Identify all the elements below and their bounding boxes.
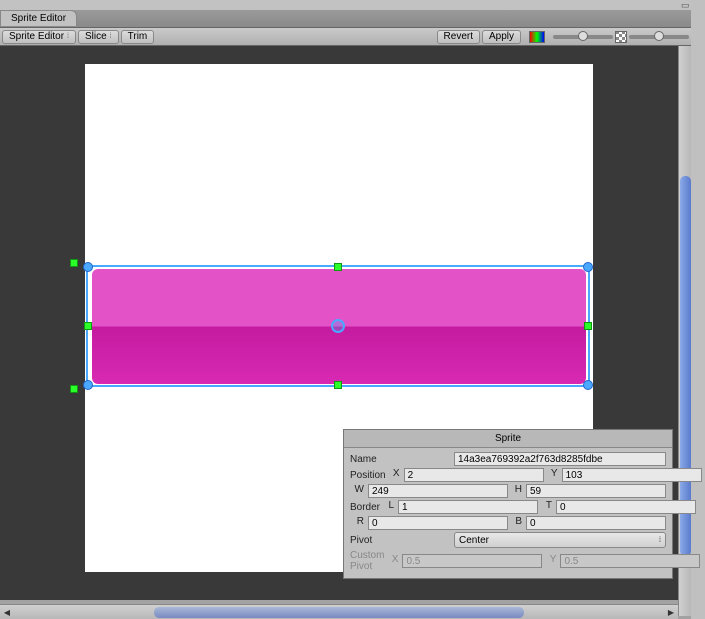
h-label: H <box>512 484 522 498</box>
r-label: R <box>354 516 364 530</box>
inspector-title: Sprite <box>344 430 672 448</box>
mode-label: Sprite Editor <box>9 31 64 42</box>
tab-bar: Sprite Editor <box>0 10 705 28</box>
pivot-label: Pivot <box>350 535 450 546</box>
trim-label: Trim <box>128 31 148 42</box>
mode-dropdown[interactable]: Sprite Editor ⁞ <box>2 30 76 44</box>
l-label: L <box>384 500 394 514</box>
name-label: Name <box>350 454 450 465</box>
position-x-field[interactable] <box>404 468 544 482</box>
dock-icon[interactable]: ▭ <box>681 0 690 11</box>
position-label: Position <box>350 470 386 481</box>
position-h-field[interactable] <box>526 484 666 498</box>
slice-dropdown[interactable]: Slice ⁞ <box>78 30 119 44</box>
chevron-down-icon: ⁞ <box>67 33 69 40</box>
revert-button[interactable]: Revert <box>437 30 480 44</box>
x-label: X <box>390 468 400 482</box>
vertical-scrollbar[interactable] <box>678 46 691 616</box>
pivot-value: Center <box>459 535 489 546</box>
t-label: T <box>542 500 552 514</box>
chevron-down-icon: ⁞ <box>110 33 112 40</box>
b-label: B <box>512 516 522 530</box>
border-corner-bl[interactable] <box>70 385 78 393</box>
zoom-slider[interactable] <box>629 35 689 39</box>
custom-pivot-y-field <box>560 554 700 568</box>
rgb-toggle-icon[interactable] <box>529 31 545 43</box>
sprite-rect[interactable] <box>92 269 586 384</box>
scroll-right-icon[interactable]: ▶ <box>664 606 678 619</box>
apply-label: Apply <box>489 31 514 42</box>
horizontal-scrollbar[interactable]: ◀ ▶ <box>0 604 678 619</box>
slider-thumb[interactable] <box>654 31 664 41</box>
toolbar: Sprite Editor ⁞ Slice ⁞ Trim Revert Appl… <box>0 28 705 46</box>
scroll-left-icon[interactable]: ◀ <box>0 606 14 619</box>
tab-sprite-editor[interactable]: Sprite Editor <box>0 10 77 26</box>
position-y-field[interactable] <box>562 468 702 482</box>
resize-handle-tl[interactable] <box>83 262 93 272</box>
border-label: Border <box>350 502 380 513</box>
border-corner-tl[interactable] <box>70 259 78 267</box>
custom-pivot-x-field <box>402 554 542 568</box>
border-handle-left[interactable] <box>84 322 92 330</box>
cy-label: Y <box>546 554 556 568</box>
cx-label: X <box>388 554 398 568</box>
position-w-field[interactable] <box>368 484 508 498</box>
border-b-field[interactable] <box>526 516 666 530</box>
dock-gutter <box>691 0 705 619</box>
alpha-slider[interactable] <box>553 35 613 39</box>
scrollbar-thumb[interactable] <box>154 607 524 618</box>
name-field[interactable] <box>454 452 666 466</box>
w-label: W <box>354 484 364 498</box>
pivot-dropdown[interactable]: Center ⁞ <box>454 532 666 548</box>
scrollbar-thumb[interactable] <box>680 176 691 556</box>
slider-thumb[interactable] <box>578 31 588 41</box>
revert-label: Revert <box>444 31 473 42</box>
window-header: ▭ ✕ <box>0 0 705 10</box>
apply-button[interactable]: Apply <box>482 30 521 44</box>
border-t-field[interactable] <box>556 500 696 514</box>
sprite-inspector-panel: Sprite Name Position X Y W H Borde <box>343 429 673 579</box>
alpha-icon <box>615 31 627 43</box>
trim-button[interactable]: Trim <box>121 30 155 44</box>
slice-label: Slice <box>85 31 107 42</box>
custom-pivot-label: Custom Pivot <box>350 550 384 572</box>
resize-handle-bl[interactable] <box>83 380 93 390</box>
chevron-down-icon: ⁞ <box>659 537 661 544</box>
tab-label: Sprite Editor <box>11 13 66 24</box>
border-l-field[interactable] <box>398 500 538 514</box>
border-r-field[interactable] <box>368 516 508 530</box>
y-label: Y <box>548 468 558 482</box>
scrollbar-track[interactable] <box>14 607 664 618</box>
